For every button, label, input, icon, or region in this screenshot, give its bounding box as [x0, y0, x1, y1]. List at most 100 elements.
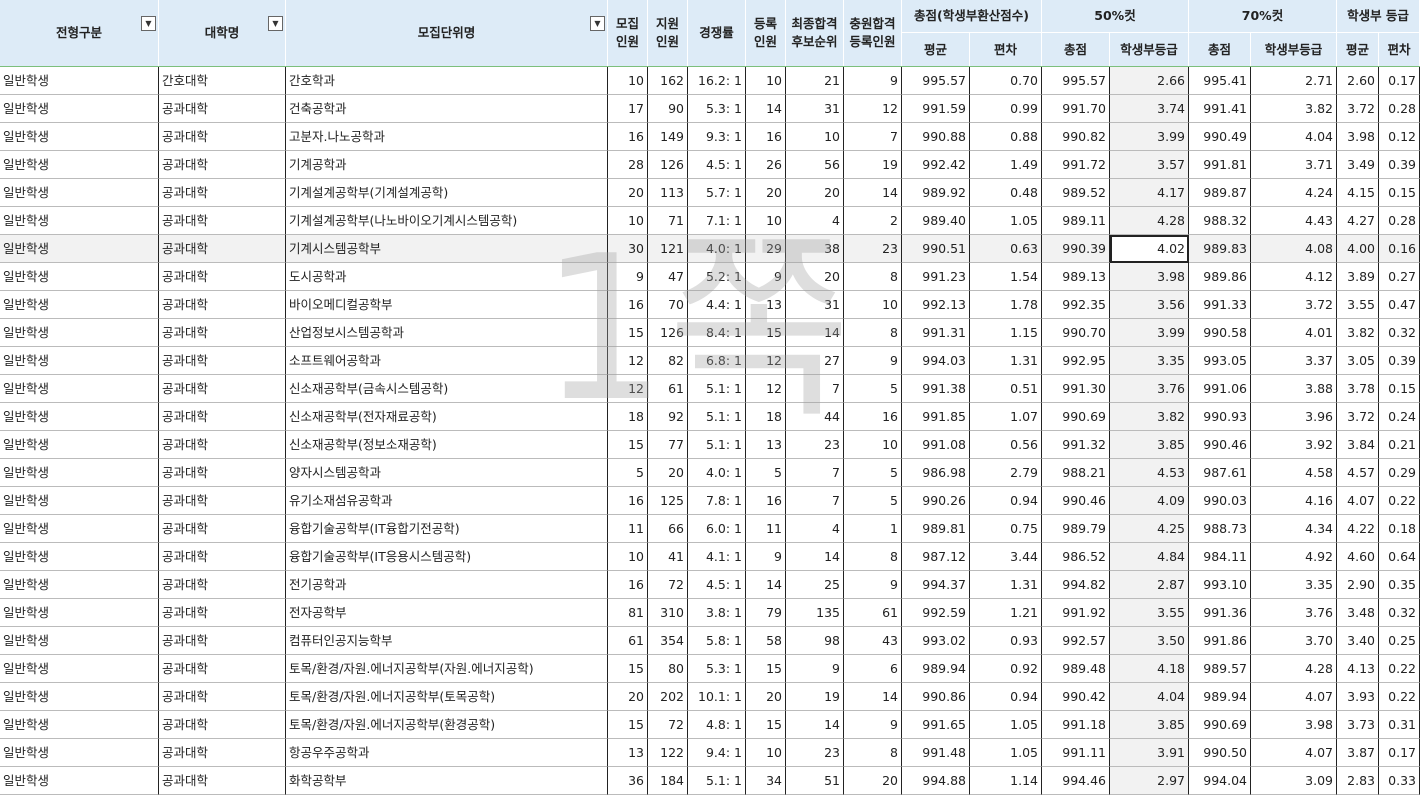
cell-university[interactable]: 공과대학 — [159, 487, 286, 515]
cell-extra-reg[interactable]: 14 — [844, 179, 902, 207]
cell-extra-reg[interactable]: 5 — [844, 459, 902, 487]
cell-total-dev[interactable]: 0.88 — [970, 123, 1042, 151]
cell-50-total[interactable]: 990.70 — [1042, 319, 1110, 347]
cell-final-rank[interactable]: 7 — [786, 375, 844, 403]
cell-final-rank[interactable]: 9 — [786, 655, 844, 683]
cell-50-grade[interactable]: 3.85 — [1110, 711, 1189, 739]
cell-university[interactable]: 공과대학 — [159, 235, 286, 263]
cell-unit[interactable]: 산업정보시스템공학과 — [286, 319, 608, 347]
cell-university[interactable]: 공과대학 — [159, 627, 286, 655]
cell-50-total[interactable]: 990.69 — [1042, 403, 1110, 431]
cell-unit[interactable]: 건축공학과 — [286, 95, 608, 123]
cell-total-avg[interactable]: 994.37 — [902, 571, 970, 599]
cell-extra-reg[interactable]: 43 — [844, 627, 902, 655]
cell-total-dev[interactable]: 1.31 — [970, 571, 1042, 599]
cell-type[interactable]: 일반학생 — [0, 263, 159, 291]
cell-total-avg[interactable]: 992.42 — [902, 151, 970, 179]
table-row[interactable]: 일반학생 공과대학 화학공학부 36 184 5.1: 1 34 51 20 994.88 1.14… — [0, 767, 1420, 795]
cell-extra-reg[interactable]: 2 — [844, 207, 902, 235]
table-row[interactable]: 일반학생 공과대학 토목/환경/자원.에너지공학부(자원.에너지공학) 15 80 5.3… — [0, 655, 1420, 683]
cell-grade-avg[interactable]: 3.05 — [1337, 347, 1379, 375]
cell-applicants[interactable]: 77 — [648, 431, 688, 459]
cell-quota[interactable]: 11 — [608, 515, 648, 543]
cell-unit[interactable]: 도시공학과 — [286, 263, 608, 291]
cell-70-total[interactable]: 994.04 — [1189, 767, 1251, 795]
cell-final-rank[interactable]: 4 — [786, 207, 844, 235]
cell-university[interactable]: 공과대학 — [159, 431, 286, 459]
table-row[interactable]: 일반학생 공과대학 도시공학과 9 47 5.2: 1 9 20 8 991.23 1.54 989.… — [0, 263, 1420, 291]
cell-registered[interactable]: 9 — [746, 263, 786, 291]
cell-50-total[interactable]: 990.39 — [1042, 235, 1110, 263]
cell-final-rank[interactable]: 98 — [786, 627, 844, 655]
cell-50-total[interactable]: 990.82 — [1042, 123, 1110, 151]
dropdown-arrow-icon[interactable]: ▼ — [268, 16, 283, 31]
cell-70-grade[interactable]: 4.16 — [1251, 487, 1337, 515]
cell-type[interactable]: 일반학생 — [0, 291, 159, 319]
cell-50-grade[interactable]: 3.76 — [1110, 375, 1189, 403]
cell-unit[interactable]: 양자시스템공학과 — [286, 459, 608, 487]
cell-50-total[interactable]: 991.18 — [1042, 711, 1110, 739]
cell-type[interactable]: 일반학생 — [0, 431, 159, 459]
cell-total-dev[interactable]: 0.48 — [970, 179, 1042, 207]
cell-quota[interactable]: 20 — [608, 179, 648, 207]
cell-grade-avg[interactable]: 2.90 — [1337, 571, 1379, 599]
cell-grade-dev[interactable]: 0.29 — [1379, 459, 1420, 487]
cell-extra-reg[interactable]: 6 — [844, 655, 902, 683]
cell-registered[interactable]: 10 — [746, 67, 786, 95]
cell-grade-dev[interactable]: 0.18 — [1379, 515, 1420, 543]
cell-70-total[interactable]: 990.69 — [1189, 711, 1251, 739]
cell-grade-dev[interactable]: 0.27 — [1379, 263, 1420, 291]
cell-50-total[interactable]: 991.30 — [1042, 375, 1110, 403]
cell-registered[interactable]: 9 — [746, 543, 786, 571]
cell-70-total[interactable]: 991.81 — [1189, 151, 1251, 179]
cell-university[interactable]: 공과대학 — [159, 347, 286, 375]
cell-unit[interactable]: 바이오메디컬공학부 — [286, 291, 608, 319]
cell-extra-reg[interactable]: 7 — [844, 123, 902, 151]
cell-grade-dev[interactable]: 0.28 — [1379, 207, 1420, 235]
cell-ratio[interactable]: 9.4: 1 — [688, 739, 746, 767]
cell-type[interactable]: 일반학생 — [0, 571, 159, 599]
cell-70-total[interactable]: 990.03 — [1189, 487, 1251, 515]
cell-extra-reg[interactable]: 23 — [844, 235, 902, 263]
cell-final-rank[interactable]: 19 — [786, 683, 844, 711]
dropdown-arrow-icon[interactable]: ▼ — [590, 16, 605, 31]
cell-quota[interactable]: 15 — [608, 319, 648, 347]
cell-50-total[interactable]: 989.48 — [1042, 655, 1110, 683]
cell-70-total[interactable]: 989.87 — [1189, 179, 1251, 207]
cell-applicants[interactable]: 125 — [648, 487, 688, 515]
cell-total-dev[interactable]: 0.75 — [970, 515, 1042, 543]
cell-ratio[interactable]: 16.2: 1 — [688, 67, 746, 95]
cell-70-grade[interactable]: 4.07 — [1251, 683, 1337, 711]
cell-total-avg[interactable]: 990.51 — [902, 235, 970, 263]
cell-70-total[interactable]: 984.11 — [1189, 543, 1251, 571]
cell-university[interactable]: 공과대학 — [159, 375, 286, 403]
cell-70-total[interactable]: 991.41 — [1189, 95, 1251, 123]
cell-applicants[interactable]: 126 — [648, 151, 688, 179]
cell-total-dev[interactable]: 3.44 — [970, 543, 1042, 571]
cell-quota[interactable]: 20 — [608, 683, 648, 711]
cell-extra-reg[interactable]: 8 — [844, 543, 902, 571]
cell-type[interactable]: 일반학생 — [0, 487, 159, 515]
cell-type[interactable]: 일반학생 — [0, 123, 159, 151]
cell-total-dev[interactable]: 1.07 — [970, 403, 1042, 431]
cell-total-dev[interactable]: 1.05 — [970, 207, 1042, 235]
cell-70-grade[interactable]: 3.76 — [1251, 599, 1337, 627]
cell-type[interactable]: 일반학생 — [0, 683, 159, 711]
cell-grade-avg[interactable]: 3.84 — [1337, 431, 1379, 459]
cell-university[interactable]: 공과대학 — [159, 543, 286, 571]
cell-type[interactable]: 일반학생 — [0, 711, 159, 739]
cell-70-grade[interactable]: 4.07 — [1251, 739, 1337, 767]
cell-total-dev[interactable]: 2.79 — [970, 459, 1042, 487]
cell-unit[interactable]: 토목/환경/자원.에너지공학부(자원.에너지공학) — [286, 655, 608, 683]
cell-ratio[interactable]: 7.8: 1 — [688, 487, 746, 515]
cell-grade-avg[interactable]: 3.73 — [1337, 711, 1379, 739]
cell-ratio[interactable]: 5.1: 1 — [688, 431, 746, 459]
cell-70-grade[interactable]: 2.71 — [1251, 67, 1337, 95]
cell-applicants[interactable]: 71 — [648, 207, 688, 235]
cell-extra-reg[interactable]: 9 — [844, 711, 902, 739]
cell-registered[interactable]: 12 — [746, 347, 786, 375]
cell-70-grade[interactable]: 4.04 — [1251, 123, 1337, 151]
cell-70-grade[interactable]: 4.01 — [1251, 319, 1337, 347]
cell-applicants[interactable]: 354 — [648, 627, 688, 655]
cell-unit[interactable]: 컴퓨터인공지능학부 — [286, 627, 608, 655]
